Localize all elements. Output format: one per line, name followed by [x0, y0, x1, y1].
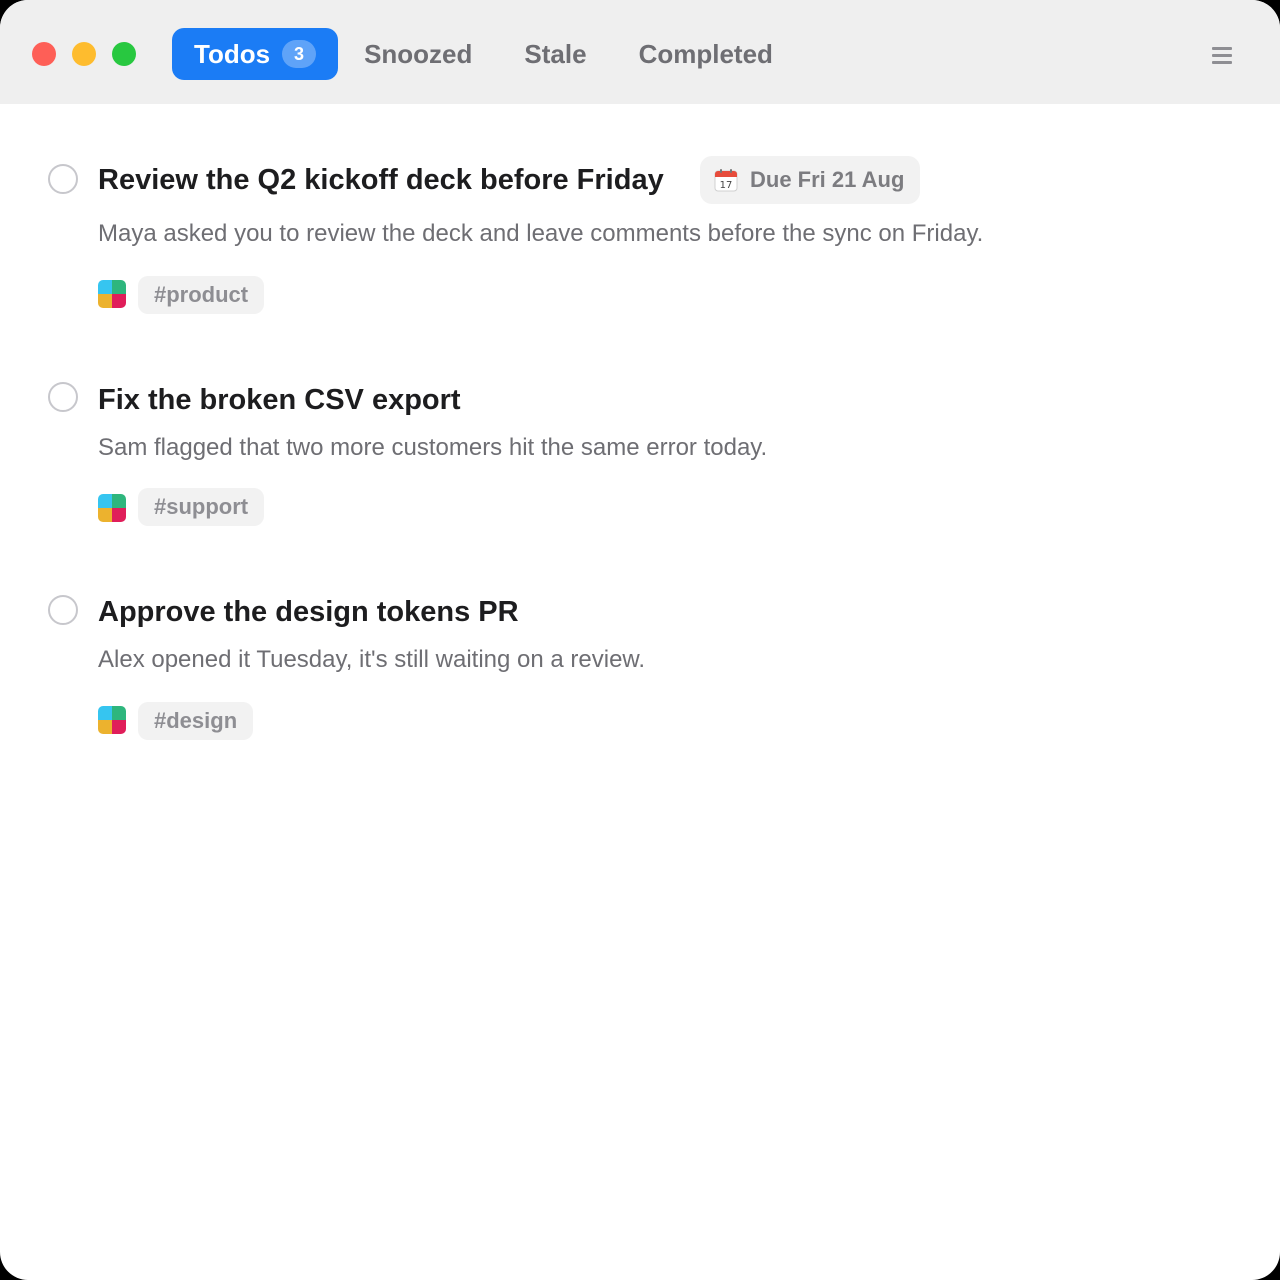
todos-count-badge: 3: [282, 40, 317, 68]
channel-tag[interactable]: #design: [138, 702, 254, 740]
tab-todos-label: Todos: [194, 38, 271, 69]
todo-item: Review the Q2 kickoff deck before Friday…: [48, 156, 1248, 316]
due-date-badge[interactable]: 17 Due Fri 21 Aug: [700, 156, 921, 204]
todo-item: Approve the design tokens PR Alex opened…: [48, 595, 1248, 745]
slack-icon: [98, 494, 126, 522]
window-zoom-button[interactable]: [112, 42, 136, 66]
todo-description: Maya asked you to review the deck and le…: [98, 220, 984, 247]
channel-tag[interactable]: #product: [138, 276, 265, 314]
todo-title[interactable]: Fix the broken CSV export: [98, 384, 461, 417]
tab-stale[interactable]: Stale: [498, 28, 612, 80]
todo-description: Sam flagged that two more customers hit …: [98, 434, 768, 461]
hamburger-menu-icon[interactable]: [1208, 44, 1236, 66]
tab-snoozed-label: Snoozed: [364, 38, 473, 69]
slack-icon: [98, 280, 126, 308]
tab-stale-label: Stale: [524, 38, 587, 69]
todo-title[interactable]: Approve the design tokens PR: [98, 596, 519, 629]
todo-checkbox[interactable]: [48, 382, 78, 412]
todo-checkbox[interactable]: [48, 595, 78, 625]
window-minimize-button[interactable]: [72, 42, 96, 66]
calendar-day-text: 17: [720, 180, 733, 191]
window-close-button[interactable]: [32, 42, 56, 66]
todo-description: Alex opened it Tuesday, it's still waiti…: [98, 646, 646, 673]
channel-tag[interactable]: #support: [138, 488, 265, 526]
title-bar: Todos 3 Snoozed Stale Completed: [0, 0, 1280, 104]
app-window: Todos 3 Snoozed Stale Completed Review t…: [0, 0, 1280, 1280]
todo-checkbox[interactable]: [48, 164, 78, 194]
tab-bar: Todos 3 Snoozed Stale Completed: [172, 28, 799, 80]
todo-title[interactable]: Review the Q2 kickoff deck before Friday: [98, 164, 664, 197]
calendar-icon: 17: [714, 168, 738, 192]
tab-completed[interactable]: Completed: [613, 28, 799, 80]
tab-snoozed[interactable]: Snoozed: [338, 28, 498, 80]
due-date-text: Due Fri 21 Aug: [750, 167, 905, 192]
slack-icon: [98, 706, 126, 734]
tab-completed-label: Completed: [638, 38, 773, 69]
tab-todos[interactable]: Todos 3: [172, 28, 339, 80]
todo-item: Fix the broken CSV export Sam flagged th…: [48, 382, 1248, 532]
